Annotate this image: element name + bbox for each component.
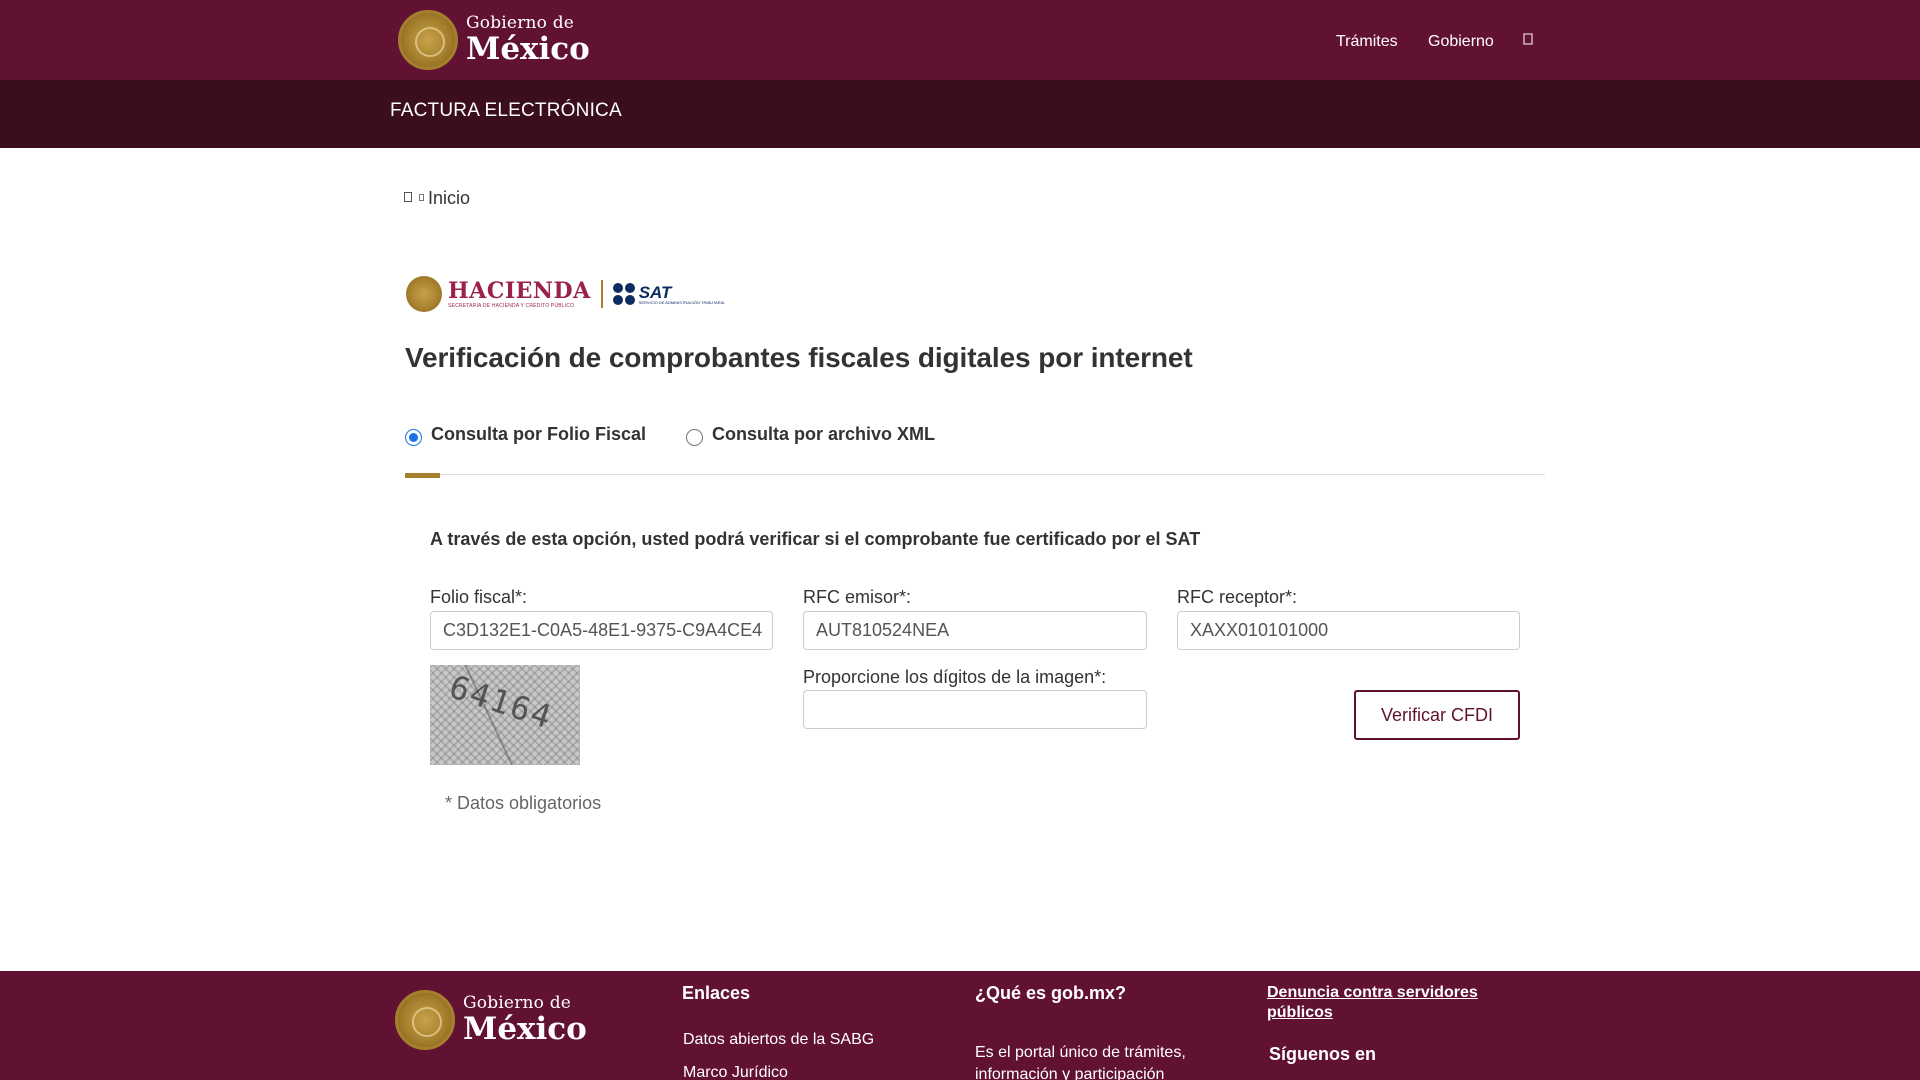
- option-archivo-xml[interactable]: Consulta por archivo XML: [686, 423, 935, 446]
- gobierno-mexico-logo[interactable]: Gobierno de México: [398, 10, 590, 70]
- option-archivo-xml-label: Consulta por archivo XML: [712, 424, 936, 444]
- top-navbar: Gobierno de México Trámites Gobierno: [0, 0, 1920, 80]
- footer-about-text: Es el portal único de trámites, informac…: [975, 1044, 1186, 1080]
- home-icon[interactable]: [404, 192, 412, 205]
- footer-links-heading: Enlaces: [682, 983, 751, 1003]
- sat-subtitle: SERVICIO DE ADMINISTRACIÓN TRIBUTARIA: [638, 299, 725, 305]
- footer-gobierno-mexico-logo[interactable]: Gobierno de México: [395, 990, 587, 1050]
- sat-dots-icon: [612, 283, 635, 305]
- breadcrumb-separator-icon: [419, 194, 424, 203]
- brand-big-text: México: [466, 31, 590, 67]
- logo-divider: [600, 280, 603, 308]
- option-folio-fiscal-label: Consulta por Folio Fiscal: [431, 424, 647, 444]
- footer-national-seal-icon: [395, 990, 455, 1050]
- hacienda-name: HACIENDA: [448, 277, 591, 304]
- hacienda-sat-logo: HACIENDA SECRETARÍA DE HACIENDA Y CRÉDIT…: [406, 272, 724, 316]
- captcha-input[interactable]: [803, 690, 1147, 729]
- breadcrumb-current[interactable]: Inicio: [428, 188, 470, 209]
- option-folio-fiscal[interactable]: Consulta por Folio Fiscal: [405, 423, 646, 446]
- tab-active-indicator: [405, 473, 440, 478]
- footer-about-heading: ¿Qué es gob.mx?: [975, 983, 1127, 1003]
- captcha-image-text: 64164: [444, 667, 558, 737]
- required-fields-note: * Datos obligatorios: [445, 793, 602, 813]
- folio-fiscal-label: Folio fiscal*:: [430, 587, 528, 607]
- brand-small-text: Gobierno de: [466, 13, 575, 33]
- national-seal-icon: [398, 10, 458, 70]
- nav-link-tramites[interactable]: Trámites: [1336, 33, 1398, 51]
- footer-follow-heading: Síguenos en: [1269, 1044, 1377, 1064]
- radio-archivo-xml[interactable]: [686, 429, 703, 446]
- site-section-title: FACTURA ELECTRÓNICA: [390, 100, 622, 121]
- search-icon[interactable]: [1523, 32, 1533, 46]
- nav-link-gobierno[interactable]: Gobierno: [1428, 33, 1494, 51]
- footer-link-datos-abiertos[interactable]: Datos abiertos de la SABG: [683, 1031, 874, 1049]
- radio-folio-fiscal[interactable]: [405, 429, 422, 446]
- footer-link-marco-juridico[interactable]: Marco Jurídico: [683, 1064, 788, 1080]
- footer: [0, 971, 1920, 1080]
- tab-divider: [405, 474, 1545, 475]
- rfc-receptor-input[interactable]: XAXX010101000: [1177, 611, 1520, 650]
- rfc-receptor-label: RFC receptor*:: [1177, 587, 1298, 607]
- captcha-image: 64164: [430, 665, 580, 765]
- page-title: Verificación de comprobantes fiscales di…: [405, 342, 1193, 373]
- captcha-label: Proporcione los dígitos de la imagen*:: [803, 667, 1107, 687]
- hacienda-subtitle: SECRETARÍA DE HACIENDA Y CRÉDITO PÚBLICO: [448, 302, 575, 309]
- sat-name: SAT: [638, 282, 672, 302]
- rfc-emisor-input[interactable]: AUT810524NEA: [803, 611, 1147, 650]
- intro-text: A través de esta opción, usted podrá ver…: [430, 529, 1201, 549]
- sub-header: [0, 80, 1920, 148]
- footer-brand-big-text: México: [463, 1011, 587, 1047]
- hacienda-seal-icon: [406, 276, 442, 312]
- breadcrumb: Inicio: [404, 188, 470, 209]
- folio-fiscal-input[interactable]: C3D132E1-C0A5-48E1-9375-C9A4CE4: [430, 611, 773, 650]
- footer-brand-small-text: Gobierno de: [463, 993, 572, 1013]
- footer-link-denuncia[interactable]: Denuncia contra servidores públicos: [1267, 983, 1507, 1023]
- rfc-emisor-label: RFC emisor*:: [803, 587, 912, 607]
- verify-cfdi-button[interactable]: Verificar CFDI: [1354, 690, 1520, 740]
